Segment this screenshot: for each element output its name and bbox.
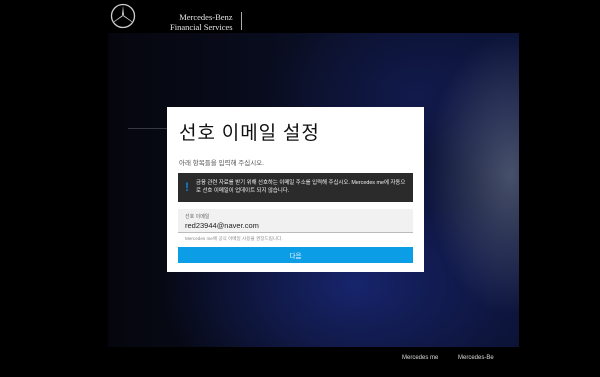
brand-wordmark[interactable]: Mercedes-Benz Financial Services <box>170 12 233 32</box>
brand-line-1: Mercedes-Benz <box>179 12 233 22</box>
email-hint: Mercedes me에 공식 이메일 사용을 권장드립니다. <box>185 236 283 241</box>
brand-divider <box>241 12 242 30</box>
email-settings-card: 선호 이메일 설정 아래 항목들을 입력해 주십시오. ! 금융 관련 자료를 … <box>167 107 424 272</box>
email-field-label: 선호 이메일 <box>185 214 210 220</box>
mercedes-star-icon[interactable] <box>110 3 136 29</box>
exclamation-icon: ! <box>185 180 189 194</box>
top-header: Mercedes-Benz Financial Services <box>0 0 600 33</box>
brand-line-2: Financial Services <box>170 22 233 32</box>
footer-link-mercedes-benz[interactable]: Mercedes-Be <box>458 355 494 361</box>
notice-text: 금융 관련 자료를 받기 위해 선호하는 이메일 주소를 입력해 주십시오. M… <box>196 180 406 194</box>
footer-link-mercedes-me[interactable]: Mercedes me <box>402 355 438 361</box>
next-button[interactable]: 다음 <box>178 247 413 263</box>
email-field[interactable]: 선호 이메일 <box>178 209 413 233</box>
page-subtitle: 아래 항목들을 입력해 주십시오. <box>179 160 264 167</box>
notice-banner: ! 금융 관련 자료를 받기 위해 선호하는 이메일 주소를 입력해 주십시오.… <box>178 173 413 202</box>
email-input[interactable] <box>185 221 405 230</box>
page-title: 선호 이메일 설정 <box>179 123 320 144</box>
